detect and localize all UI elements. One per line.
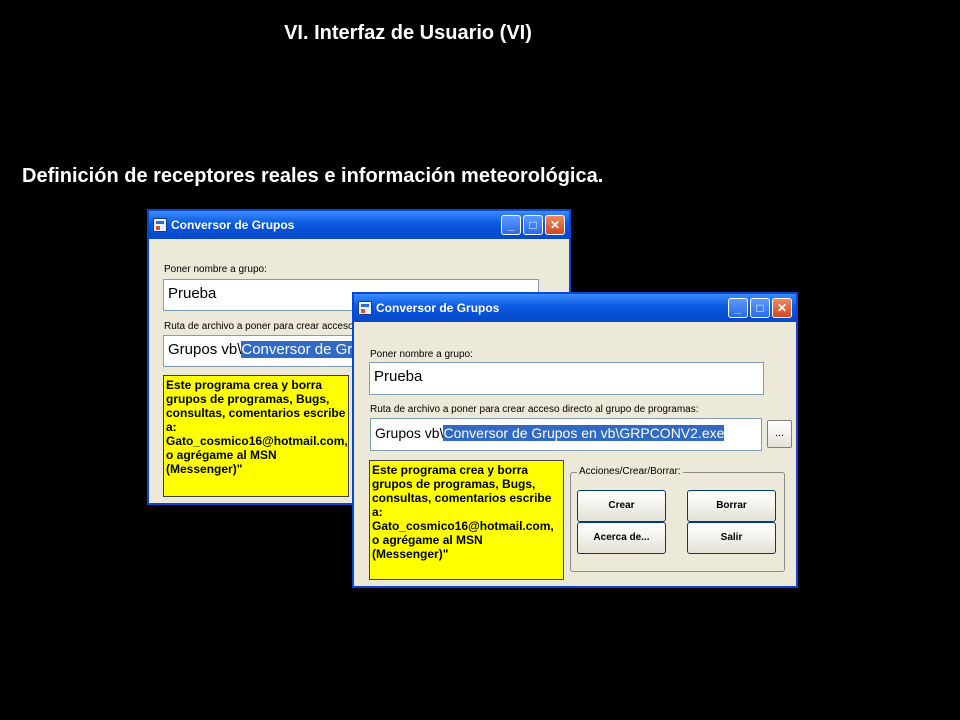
- close-icon[interactable]: ✕: [545, 215, 565, 235]
- info-text: Este programa crea y borra grupos de pro…: [163, 375, 349, 497]
- maximize-icon[interactable]: □: [523, 215, 543, 235]
- actions-groupbox: Acciones/Crear/Borrar: Crear Borrar Acer…: [570, 466, 785, 572]
- acerca-button[interactable]: Acerca de...: [577, 522, 666, 554]
- slide-subtitle: Definición de receptores reales e inform…: [22, 165, 604, 187]
- minimize-icon[interactable]: _: [728, 298, 748, 318]
- info-text: Este programa crea y borra grupos de pro…: [369, 460, 564, 580]
- browse-button[interactable]: ...: [767, 420, 792, 448]
- crear-button[interactable]: Crear: [577, 490, 666, 522]
- salir-button[interactable]: Salir: [687, 522, 776, 554]
- window-back-title: Conversor de Grupos: [171, 218, 295, 232]
- path-selected-text: Conversor de Grupos en vb\GRPCONV2.exe: [443, 425, 725, 441]
- window-front-titlebar[interactable]: Conversor de Grupos _ □ ✕: [354, 294, 796, 322]
- acerca-button-label: Acerca de...: [593, 532, 650, 543]
- borrar-button[interactable]: Borrar: [687, 490, 776, 522]
- slide-title: VI. Interfaz de Usuario (VI): [284, 22, 532, 44]
- path-label: Ruta de archivo a poner para crear acces…: [370, 404, 699, 415]
- close-icon[interactable]: ✕: [772, 298, 792, 318]
- path-prefix: Grupos vb\: [375, 425, 444, 441]
- app-icon: [358, 301, 372, 315]
- window-front-title: Conversor de Grupos: [376, 301, 500, 315]
- path-prefix: Grupos vb\: [168, 341, 242, 358]
- minimize-icon[interactable]: _: [501, 215, 521, 235]
- group-name-value: Prueba: [168, 285, 217, 302]
- group-name-input[interactable]: Prueba: [369, 362, 764, 395]
- window-front: Conversor de Grupos _ □ ✕ Poner nombre a…: [352, 292, 798, 588]
- path-input[interactable]: Grupos vb\Conversor de Grup: [163, 335, 363, 367]
- app-icon: [153, 218, 167, 232]
- group-name-value: Prueba: [374, 368, 423, 385]
- actions-groupbox-label: Acciones/Crear/Borrar:: [577, 466, 683, 477]
- group-name-label: Poner nombre a grupo:: [164, 264, 267, 275]
- salir-button-label: Salir: [720, 532, 743, 543]
- borrar-button-label: Borrar: [716, 500, 747, 511]
- maximize-icon[interactable]: □: [750, 298, 770, 318]
- path-selected-text: Conversor de Grup: [241, 341, 362, 358]
- path-input[interactable]: Grupos vb\Conversor de Grupos en vb\GRPC…: [370, 418, 762, 451]
- crear-button-label: Crear: [608, 500, 635, 511]
- group-name-label: Poner nombre a grupo:: [370, 349, 473, 360]
- window-back-titlebar[interactable]: Conversor de Grupos _ □ ✕: [149, 211, 569, 239]
